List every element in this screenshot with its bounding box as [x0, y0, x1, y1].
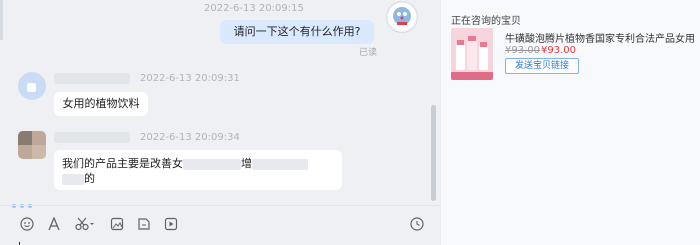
file-icon[interactable]: [135, 215, 153, 233]
message-timestamp: 2022-6-13 20:09:31: [140, 73, 240, 84]
original-price: ¥93.00: [505, 45, 540, 56]
font-icon[interactable]: [45, 215, 63, 233]
video-icon[interactable]: [162, 215, 180, 233]
scissors-icon[interactable]: [73, 215, 97, 233]
message-timestamp: 2022-6-13 20:09:15: [204, 3, 304, 14]
input-divider: [0, 205, 440, 206]
chat-panel: 2022-6-13 20:09:15 请问一下这个有什么作用? 已读 2022-…: [0, 0, 440, 245]
emoji-icon[interactable]: [18, 215, 36, 233]
product-thumbnail[interactable]: [451, 28, 493, 80]
chat-scroll-indicator: [0, 0, 3, 40]
message-text: 我们的产品主要是改善女: [62, 157, 183, 170]
product-title[interactable]: 牛磺酸泡腾片植物香国家专利合法产品女用: [505, 30, 695, 45]
send-product-link-button[interactable]: 发送宝贝链接: [505, 58, 579, 74]
panel-title: 正在咨询的宝贝: [451, 16, 521, 27]
loading-dots: [12, 193, 36, 212]
message-bubble-received: 我们的产品主要是改善女 增 的: [54, 150, 342, 190]
product-panel: 正在咨询的宝贝 牛磺酸泡腾片植物香国家专利合法产品女用 ¥93.00 ¥93.0…: [440, 0, 700, 245]
message-bubble-received: 女用的植物饮料: [54, 92, 148, 116]
current-price: ¥93.00: [541, 45, 576, 56]
sender-avatar: [18, 131, 46, 159]
avatar-cat-icon: [388, 3, 416, 31]
history-icon[interactable]: [408, 215, 426, 233]
my-avatar: [386, 1, 418, 33]
sender-name-blurred: [54, 73, 130, 84]
sender-avatar: [18, 72, 46, 100]
image-icon[interactable]: [108, 215, 126, 233]
redacted-text: [183, 158, 241, 170]
redacted-text: [252, 158, 308, 170]
message-text: 的: [84, 172, 95, 185]
read-status: 已读: [359, 48, 378, 58]
message-bubble-mine: 请问一下这个有什么作用?: [220, 20, 374, 44]
sender-name-blurred: [54, 132, 130, 143]
redacted-text: [62, 173, 84, 185]
message-timestamp: 2022-6-13 20:09:34: [140, 132, 240, 143]
chat-scrollbar[interactable]: [431, 105, 436, 201]
message-text: 增: [241, 157, 252, 170]
product-image-icon: [451, 28, 493, 80]
